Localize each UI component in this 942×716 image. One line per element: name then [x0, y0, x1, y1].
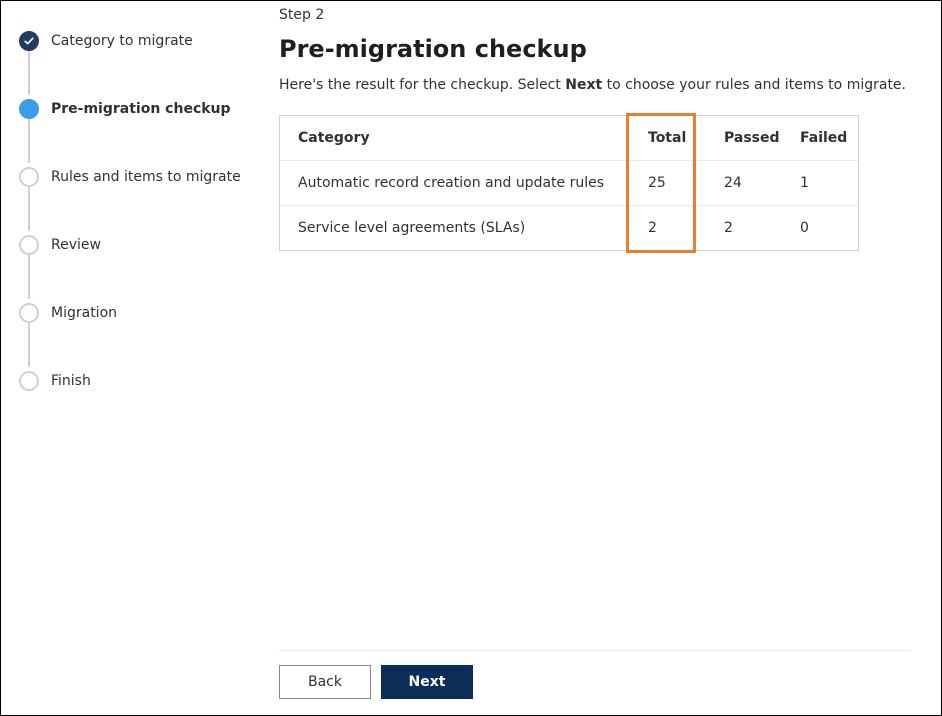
wizard-step-label: Migration	[51, 305, 117, 321]
cell-category: Automatic record creation and update rul…	[280, 161, 630, 206]
cell-category: Service level agreements (SLAs)	[280, 206, 630, 251]
table-header-category: Category	[280, 116, 630, 161]
wizard-step-label: Pre-migration checkup	[51, 101, 231, 117]
cell-total: 2	[630, 206, 706, 251]
next-button[interactable]: Next	[381, 665, 473, 699]
cell-total: 25	[630, 161, 706, 206]
step-indicator: Step 2	[279, 7, 911, 23]
back-button[interactable]: Back	[279, 665, 371, 699]
pending-step-icon	[19, 371, 39, 391]
table-header-failed: Failed	[782, 116, 858, 161]
page-subtitle: Here's the result for the checkup. Selec…	[279, 77, 911, 93]
checkmark-icon	[19, 31, 39, 51]
table-header-passed: Passed	[706, 116, 782, 161]
pending-step-icon	[19, 167, 39, 187]
pending-step-icon	[19, 235, 39, 255]
cell-failed: 0	[782, 206, 858, 251]
wizard-step-label: Rules and items to migrate	[51, 169, 241, 185]
wizard-step-label: Finish	[51, 373, 91, 389]
table-row: Automatic record creation and update rul…	[280, 161, 858, 206]
page-title: Pre-migration checkup	[279, 35, 911, 63]
wizard-step[interactable]: Rules and items to migrate	[19, 143, 259, 211]
wizard-step[interactable]: Migration	[19, 279, 259, 347]
cell-failed: 1	[782, 161, 858, 206]
cell-passed: 24	[706, 161, 782, 206]
checkup-table: Category Total Passed Failed Automatic r…	[279, 115, 859, 251]
wizard-step[interactable]: Review	[19, 211, 259, 279]
wizard-step[interactable]: Pre-migration checkup	[19, 75, 259, 143]
wizard-step[interactable]: Category to migrate	[19, 7, 259, 75]
wizard-step[interactable]: Finish	[19, 347, 259, 415]
wizard-step-label: Review	[51, 237, 101, 253]
table-row: Service level agreements (SLAs) 2 2 0	[280, 206, 858, 251]
table-header-total: Total	[630, 116, 706, 161]
footer-actions: Back Next	[279, 650, 911, 699]
wizard-steps-sidebar: Category to migrate Pre-migration checku…	[1, 1, 259, 715]
main-content: Step 2 Pre-migration checkup Here's the …	[259, 1, 941, 715]
pending-step-icon	[19, 303, 39, 323]
cell-passed: 2	[706, 206, 782, 251]
wizard-step-label: Category to migrate	[51, 33, 193, 49]
current-step-icon	[19, 99, 39, 119]
